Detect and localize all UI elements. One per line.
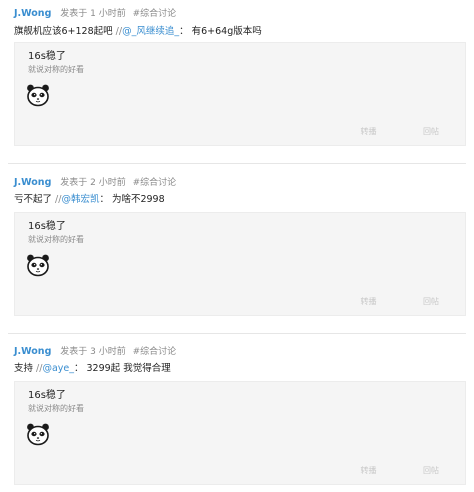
post-2: J.Wong 发表于 2 小时前 #综合讨论 亏不起了 //@韩宏凯： 为啥不2… [0,170,474,330]
mention-link[interactable]: @韩宏凯 [61,194,99,205]
quote-actions: 转播 回帖 [360,296,439,308]
quote-actions: 转播 回帖 [360,126,439,138]
post-content: 旗舰机应该6+128起吧 //@_风继续追_： 有6+64g版本吗 [14,25,262,39]
post-1: J.Wong 发表于 1 小时前 #综合讨论 旗舰机应该6+128起吧 //@_… [0,0,474,160]
post-content: 支持 //@aye_： 3299起 我觉得合理 [14,362,171,376]
post-text: 旗舰机应该6+128起吧 [14,26,113,37]
post-time: 发表于 3 小时前 [60,347,126,357]
quoted-post[interactable]: 16s稳了 就说对称的好看 转播 回帖 [14,42,466,146]
forward-button[interactable]: 转播 [360,126,376,138]
feed: J.Wong 发表于 1 小时前 #综合讨论 旗舰机应该6+128起吧 //@_… [0,0,474,492]
divider [8,333,466,334]
quote-title: 16s稳了 [28,221,66,232]
category-tag[interactable]: #综合讨论 [133,178,177,188]
reply-button[interactable]: 回帖 [423,126,439,138]
reply-button[interactable]: 回帖 [423,296,439,308]
post-content: 亏不起了 //@韩宏凯： 为啥不2998 [14,193,165,207]
divider [8,163,466,164]
author-link[interactable]: J.Wong [14,346,51,357]
forward-button[interactable]: 转播 [360,465,376,477]
reply-text: ： 有6+64g版本吗 [179,26,262,37]
quote-title: 16s稳了 [28,51,66,62]
mention-link[interactable]: @aye_ [42,363,74,374]
reply-text: ： 3299起 我觉得合理 [73,363,171,374]
author-link[interactable]: J.Wong [14,8,51,19]
category-tag[interactable]: #综合讨论 [133,9,177,19]
mention-link[interactable]: @_风继续追_ [122,26,179,37]
repost-separator: // [112,26,123,37]
panda-face-icon [27,254,49,277]
quoted-post[interactable]: 16s稳了 就说对称的好看 转播 回帖 [14,381,466,485]
post-3: J.Wong 发表于 3 小时前 #综合讨论 支持 //@aye_： 3299起… [0,339,474,492]
post-time: 发表于 1 小时前 [60,9,126,19]
quoted-post[interactable]: 16s稳了 就说对称的好看 转播 回帖 [14,212,466,316]
post-meta: J.Wong 发表于 2 小时前 #综合讨论 [14,176,176,190]
post-text: 支持 [14,363,34,374]
post-meta: J.Wong 发表于 3 小时前 #综合讨论 [14,345,176,359]
quote-subtitle: 就说对称的好看 [28,404,84,413]
quote-title: 16s稳了 [28,390,66,401]
post-text: 亏不起了 [14,194,53,205]
author-link[interactable]: J.Wong [14,177,51,188]
reply-button[interactable]: 回帖 [423,465,439,477]
panda-face-icon [27,84,49,107]
reply-text: ： 为啥不2998 [99,194,165,205]
post-time: 发表于 2 小时前 [60,178,126,188]
panda-face-icon [27,423,49,446]
quote-actions: 转播 回帖 [360,465,439,477]
quote-subtitle: 就说对称的好看 [28,235,84,244]
post-meta: J.Wong 发表于 1 小时前 #综合讨论 [14,7,176,21]
category-tag[interactable]: #综合讨论 [133,347,177,357]
quote-subtitle: 就说对称的好看 [28,65,84,74]
forward-button[interactable]: 转播 [360,296,376,308]
